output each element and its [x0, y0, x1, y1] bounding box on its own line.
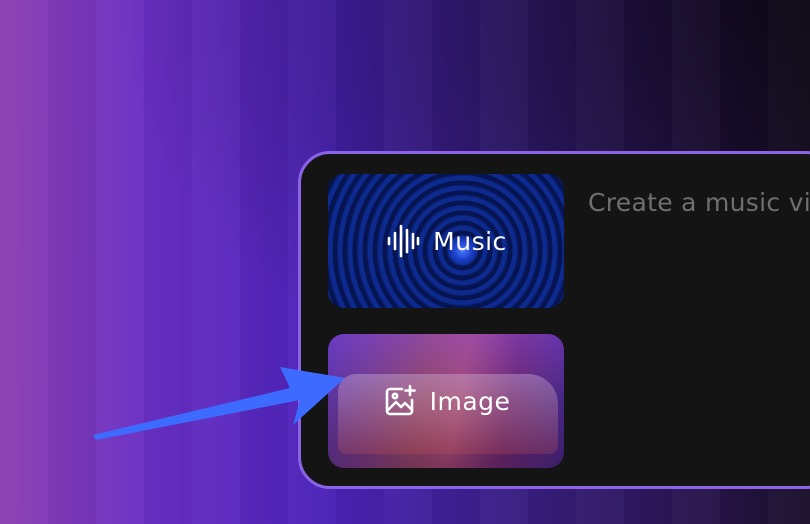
image-card-label: Image [429, 386, 511, 416]
music-card[interactable]: Music [328, 174, 564, 308]
music-card-label: Music [433, 226, 507, 256]
prompt-input[interactable]: Create a music vi [588, 188, 810, 217]
image-add-icon [382, 383, 418, 419]
waveform-icon [385, 223, 421, 259]
image-card[interactable]: Image [328, 334, 564, 468]
